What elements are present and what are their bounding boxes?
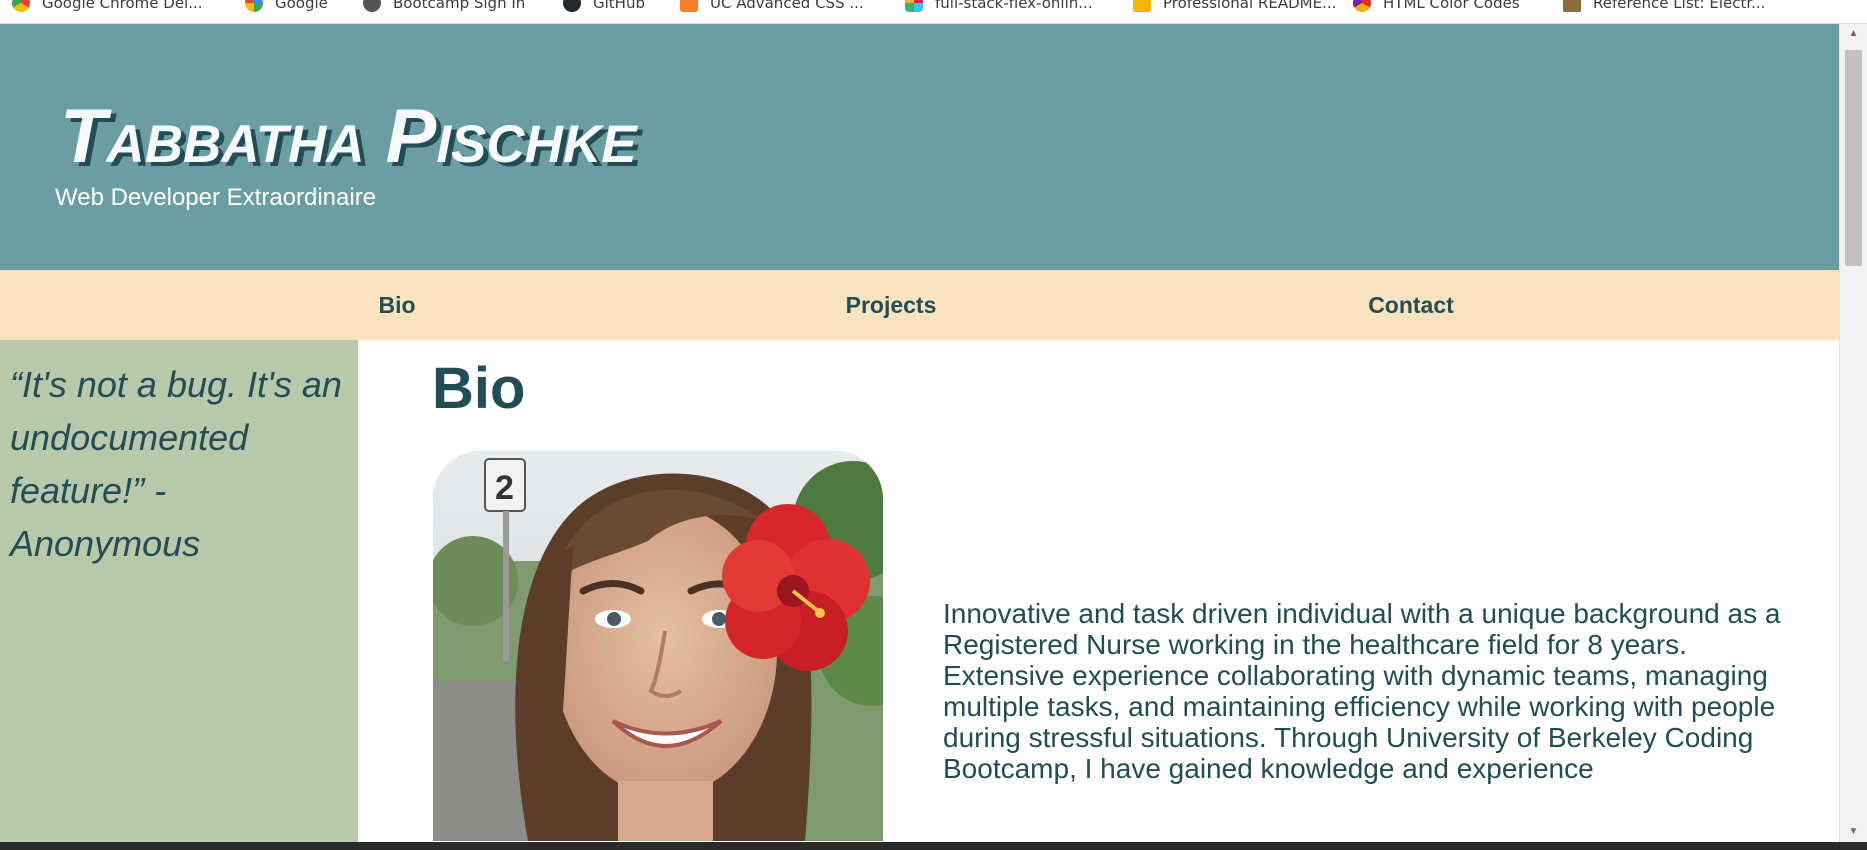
- bio-heading: Bio: [432, 356, 526, 421]
- vertical-scrollbar[interactable]: ▲ ▼: [1839, 24, 1867, 842]
- site-name: Tabbatha Pischke: [60, 94, 637, 179]
- bookmark-item[interactable]: UC Advanced CSS ...: [680, 0, 864, 15]
- bookmark-label: Professional README...: [1163, 0, 1337, 12]
- sidebar-quote: “It's not a bug. It's an undocumented fe…: [10, 364, 342, 564]
- bookmark-item[interactable]: Google Chrome Del...: [12, 0, 203, 15]
- bootcamp-icon: [363, 0, 381, 12]
- bookmark-item[interactable]: HTML Color Codes: [1353, 0, 1520, 15]
- nav-link-projects[interactable]: Projects: [846, 270, 937, 340]
- bookmark-item[interactable]: full-stack-flex-onlin...: [905, 0, 1093, 15]
- google-icon: [245, 0, 263, 12]
- scroll-up-arrow-icon[interactable]: ▲: [1840, 24, 1867, 44]
- bookmark-label: Google Chrome Del...: [42, 0, 203, 12]
- bookmark-item[interactable]: Google: [245, 0, 328, 15]
- chrome-icon: [12, 0, 30, 12]
- slack-icon: [905, 0, 923, 12]
- bookmark-label: UC Advanced CSS ...: [710, 0, 864, 12]
- bookmark-label: full-stack-flex-onlin...: [935, 0, 1093, 12]
- site-tagline: Web Developer Extraordinaire: [55, 184, 377, 211]
- bookmark-item[interactable]: Professional README...: [1133, 0, 1336, 15]
- quote-sidebar: “It's not a bug. It's an undocumented fe…: [0, 340, 358, 842]
- nav-link-contact[interactable]: Contact: [1368, 270, 1454, 340]
- github-icon: [563, 0, 581, 12]
- stackoverflow-icon: [680, 0, 698, 12]
- portrait-image: 2: [433, 451, 883, 841]
- scrollbar-thumb[interactable]: [1845, 50, 1862, 266]
- bookmark-item[interactable]: GitHub: [563, 0, 645, 15]
- color-wheel-icon: [1353, 0, 1371, 12]
- window-bottom-edge: [0, 842, 1867, 850]
- bookmark-icon: [1133, 0, 1151, 12]
- bookmark-item[interactable]: Reference List: Electr...: [1563, 0, 1765, 15]
- bio-paragraph: Innovative and task driven individual wi…: [943, 598, 1781, 784]
- site-header: Tabbatha Pischke Web Developer Extraordi…: [0, 24, 1839, 270]
- bookmark-label: Bootcamp Sign In: [393, 0, 526, 12]
- bookmark-label: GitHub: [593, 0, 645, 12]
- scroll-down-arrow-icon[interactable]: ▼: [1840, 822, 1867, 842]
- profile-photo: 2: [433, 451, 883, 841]
- bookmarks-bar: Google Chrome Del... Google Bootcamp Sig…: [0, 0, 1867, 24]
- nav-link-bio[interactable]: Bio: [378, 270, 415, 340]
- bookmark-item[interactable]: Bootcamp Sign In: [363, 0, 525, 15]
- svg-text:2: 2: [495, 469, 514, 507]
- bookmark-label: Google: [275, 0, 328, 12]
- document-icon: [1563, 0, 1581, 12]
- main-nav: Bio Projects Contact: [0, 270, 1839, 340]
- bookmark-label: HTML Color Codes: [1383, 0, 1520, 12]
- bookmark-label: Reference List: Electr...: [1593, 0, 1766, 12]
